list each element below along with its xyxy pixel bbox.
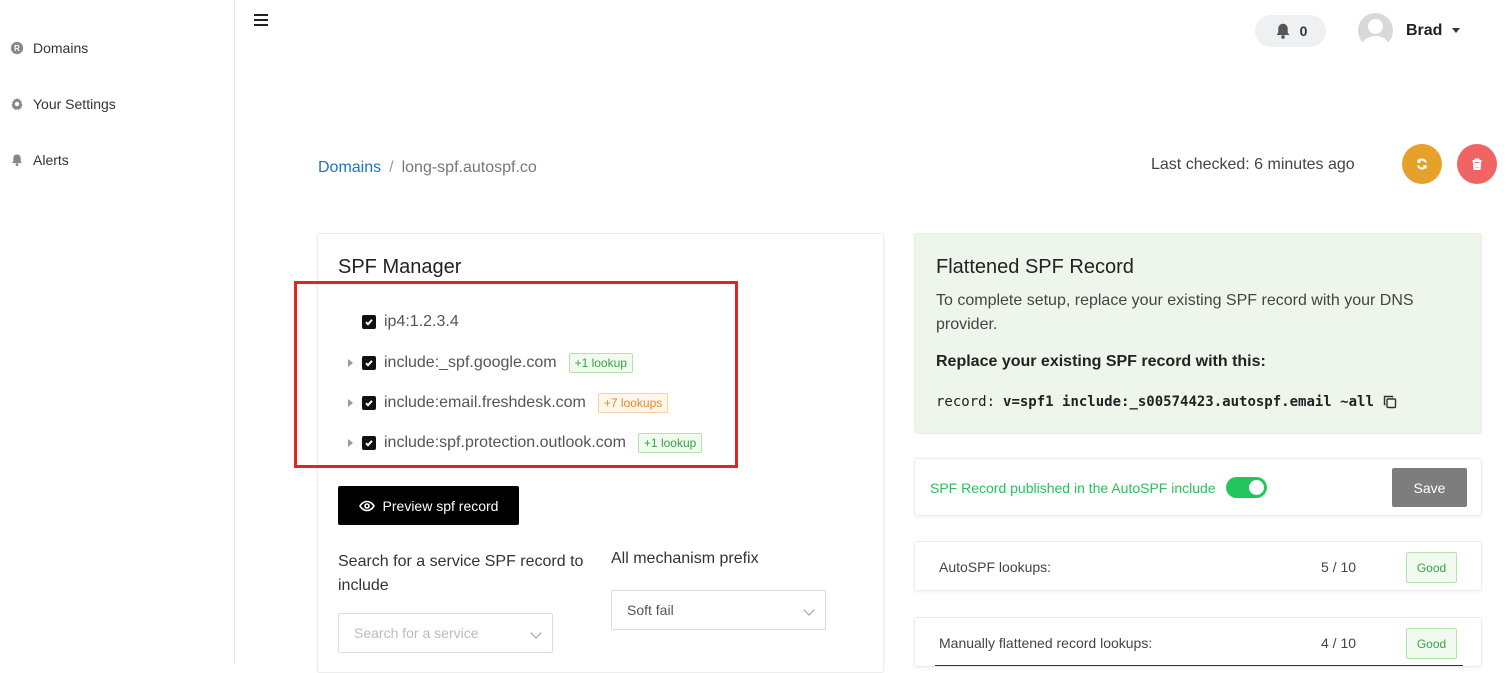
spf-record: record: v=spf1 include:_s00574423.autosp… [936,394,1397,410]
preview-spf-record-button[interactable]: Preview spf record [338,486,519,525]
prefix-label: All mechanism prefix [611,550,759,567]
mechanism-row: ip4:1.2.3.4 [348,313,459,331]
bell-icon [1276,23,1290,39]
divider [935,665,1463,666]
gear-icon [9,96,25,112]
lookup-label: AutoSPF lookups: [939,559,1052,575]
copy-icon[interactable] [1383,395,1397,409]
flattened-spf-card: Flattened SPF Record To complete setup, … [914,233,1482,434]
sidebar-item-label: Domains [33,40,89,56]
expand-arrow-icon[interactable] [348,399,353,407]
lookup-badge: +1 lookup [637,433,703,453]
mechanism-value: include:_spf.google.com [384,354,557,371]
record-value: v=spf1 include:_s00574423.autospf.email … [1003,394,1374,410]
breadcrumb-current: long-spf.autospf.co [401,159,537,176]
publish-card: SPF Record published in the AutoSPF incl… [914,458,1482,516]
refresh-button[interactable] [1402,144,1442,184]
lookup-label: Manually flattened record lookups: [939,635,1153,651]
service-search-label: Search for a service SPF record to inclu… [338,553,584,594]
refresh-icon [1417,158,1427,170]
lookup-badge: +1 lookup [568,353,633,373]
flattened-description: To complete setup, replace your existing… [936,292,1414,333]
prefix-select[interactable]: Soft fail [611,590,826,630]
flattened-title: Flattened SPF Record [936,256,1134,278]
last-checked-text: Last checked: 6 minutes ago [1151,156,1355,173]
spf-manager-card: SPF Manager ip4:1.2.3.4 include:_spf.goo… [317,233,884,673]
expand-arrow-icon[interactable] [348,439,353,447]
record-key: record: [936,394,996,410]
sidebar-item-alerts[interactable]: Alerts [9,152,69,168]
breadcrumb-domains-link[interactable]: Domains [318,159,381,177]
mechanism-checkbox[interactable] [362,315,376,329]
status-badge: Good [1406,552,1457,583]
mechanism-value: ip4:1.2.3.4 [384,313,459,330]
sidebar-item-label: Your Settings [33,96,116,112]
registered-icon: R [9,40,25,56]
user-menu[interactable]: Brad [1358,13,1461,48]
mechanism-row: include:email.freshdesk.com +7 lookups [348,393,669,413]
preview-button-label: Preview spf record [382,497,499,514]
replace-label: Replace your existing SPF record with th… [936,353,1266,370]
sidebar: R Domains Your Settings Alerts [0,0,235,664]
lookup-value: 5 / 10 [1321,559,1357,575]
manual-lookups-card: Manually flattened record lookups: 4 / 1… [914,617,1482,667]
delete-button[interactable] [1457,144,1497,184]
bell-icon [9,152,25,168]
breadcrumb-separator: / [389,159,394,176]
expand-arrow-icon[interactable] [348,359,353,367]
menu-toggle-icon[interactable] [254,12,270,28]
mechanism-checkbox[interactable] [362,396,376,410]
mechanism-row: include:_spf.google.com +1 lookup [348,353,633,373]
save-button[interactable]: Save [1392,468,1467,507]
notifications-button[interactable]: 0 [1255,15,1326,47]
user-name: Brad [1406,21,1443,39]
notification-count: 0 [1299,23,1308,39]
breadcrumb: Domains / long-spf.autospf.co [318,159,537,177]
mechanism-row: include:spf.protection.outlook.com +1 lo… [348,433,703,453]
svg-text:R: R [14,44,20,53]
prefix-select-value: Soft fail [627,602,674,618]
publish-text: SPF Record published in the AutoSPF incl… [930,480,1216,496]
autospf-lookups-card: AutoSPF lookups: 5 / 10 Good [914,541,1482,591]
sidebar-item-label: Alerts [33,152,69,168]
service-search-select[interactable]: Search for a service [338,613,553,653]
spf-manager-title: SPF Manager [338,256,462,278]
trash-icon [1472,158,1482,170]
mechanism-checkbox[interactable] [362,356,376,370]
mechanism-value: include:spf.protection.outlook.com [384,434,626,451]
chevron-down-icon [530,627,542,639]
status-badge: Good [1406,628,1457,659]
sidebar-item-settings[interactable]: Your Settings [9,96,116,112]
sidebar-item-domains[interactable]: R Domains [9,40,88,56]
avatar [1358,13,1393,48]
lookup-badge: +7 lookups [597,393,669,413]
mechanism-checkbox[interactable] [362,436,376,450]
mechanism-value: include:email.freshdesk.com [384,394,586,411]
service-search-placeholder: Search for a service [354,625,479,641]
eye-icon [358,500,375,511]
chevron-down-icon [803,604,815,616]
chevron-down-icon [1452,28,1461,33]
lookup-value: 4 / 10 [1321,635,1357,651]
publish-toggle[interactable] [1226,477,1267,498]
